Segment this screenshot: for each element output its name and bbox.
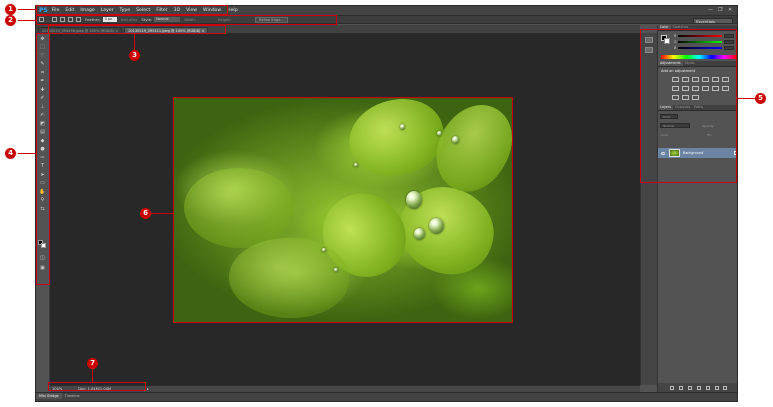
clover-leaf [184,168,294,248]
callout-1: 1 [5,4,16,15]
water-drop [437,131,442,136]
menu-help[interactable]: Help [227,8,237,13]
tab-mini-bridge[interactable]: Mini Bridge [36,393,62,399]
canvas-area[interactable] [50,33,640,385]
callout-box-options-bar [36,15,337,25]
workspace-select[interactable]: Essentials [693,17,733,24]
water-drop [400,124,405,130]
callout-line [134,34,135,51]
callout-box-tools [36,33,50,285]
minimize-icon[interactable]: — [708,7,713,13]
callout-line [18,20,36,21]
water-drop [429,218,444,234]
delete-layer-icon[interactable] [723,385,728,390]
water-drop [334,268,338,272]
callout-box-menu-bar [36,5,228,15]
clover-leaf [340,88,453,187]
callout-4: 4 [5,148,16,159]
tab-timeline[interactable]: Timeline [62,393,83,399]
photoshop-window: PS File Edit Image Layer Type Select Fil… [35,5,738,402]
new-group-icon[interactable] [705,385,710,390]
callout-line [92,369,93,382]
callout-line [18,153,36,154]
callout-7: 7 [87,358,98,369]
adjustment-layer-icon[interactable] [696,385,701,390]
restore-icon[interactable]: ❐ [718,7,722,13]
callout-box-doc-tabs [48,25,226,34]
callout-line [18,9,36,10]
clover-photo[interactable] [173,88,527,323]
water-drop [452,136,459,144]
bottom-panel-tabs: Mini Bridge Timeline [36,392,737,401]
layers-panel-footer [658,383,737,392]
callout-6: 6 [140,208,151,219]
clover-leaf [229,238,349,318]
new-layer-icon[interactable] [714,385,719,390]
callout-2: 2 [5,15,16,26]
close-icon[interactable]: ✕ [728,7,732,13]
water-drop [322,248,326,252]
link-layers-icon[interactable] [670,385,675,390]
layer-mask-icon[interactable] [688,385,693,390]
callout-line [151,213,173,214]
callout-box-status-bar [48,382,146,391]
layer-style-icon[interactable] [679,385,684,390]
callout-line [737,98,755,99]
callout-3: 3 [129,50,140,61]
callout-box-panels [640,29,737,183]
callout-5: 5 [755,93,766,104]
water-drop [414,228,425,240]
water-drop [406,191,422,209]
status-menu-arrow-icon[interactable]: ▸ [147,387,149,391]
water-drop [354,163,358,167]
